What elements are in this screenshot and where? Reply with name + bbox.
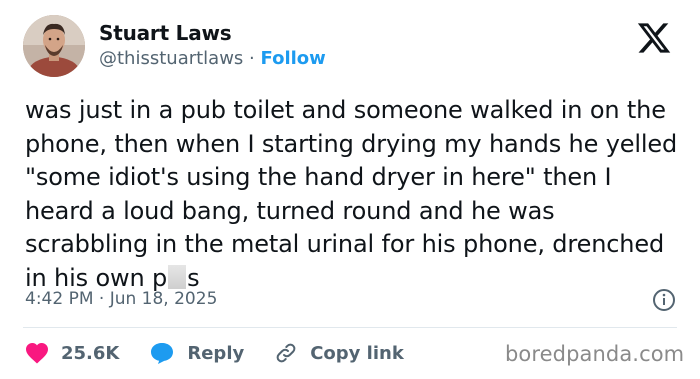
author-name[interactable]: Stuart Laws xyxy=(99,21,232,45)
like-count: 25.6K xyxy=(61,342,120,364)
tweet-card: Stuart Laws @thisstuartlaws · Follow was… xyxy=(0,0,700,379)
censor-blur xyxy=(168,264,187,289)
link-icon xyxy=(276,343,296,363)
tweet-timestamp[interactable]: 4:42 PM · Jun 18, 2025 xyxy=(25,289,217,309)
separator-dot: · xyxy=(249,48,255,69)
watermark: boredpanda.com xyxy=(505,342,685,366)
avatar[interactable] xyxy=(23,15,85,77)
tweet-text-main: was just in a pub toilet and someone wal… xyxy=(25,96,678,292)
copy-link-label: Copy link xyxy=(310,342,404,364)
x-logo-icon[interactable] xyxy=(636,20,672,56)
reply-button[interactable]: Reply xyxy=(149,341,244,365)
divider xyxy=(23,327,677,328)
tweet-text: was just in a pub toilet and someone wal… xyxy=(25,94,685,295)
author-handle[interactable]: @thisstuartlaws xyxy=(99,48,243,69)
info-icon[interactable] xyxy=(652,288,676,312)
reply-bubble-icon xyxy=(151,343,174,364)
like-button[interactable]: 25.6K xyxy=(25,342,119,364)
action-bar: 25.6K Reply Copy link xyxy=(25,338,434,368)
author-handle-row: @thisstuartlaws · Follow xyxy=(99,48,326,69)
copy-link-button[interactable]: Copy link xyxy=(274,341,404,365)
heart-icon xyxy=(26,343,48,364)
tweet-text-end: s xyxy=(187,263,200,292)
profile-photo-icon xyxy=(23,15,85,77)
follow-button[interactable]: Follow xyxy=(261,48,326,69)
reply-label: Reply xyxy=(187,342,245,364)
